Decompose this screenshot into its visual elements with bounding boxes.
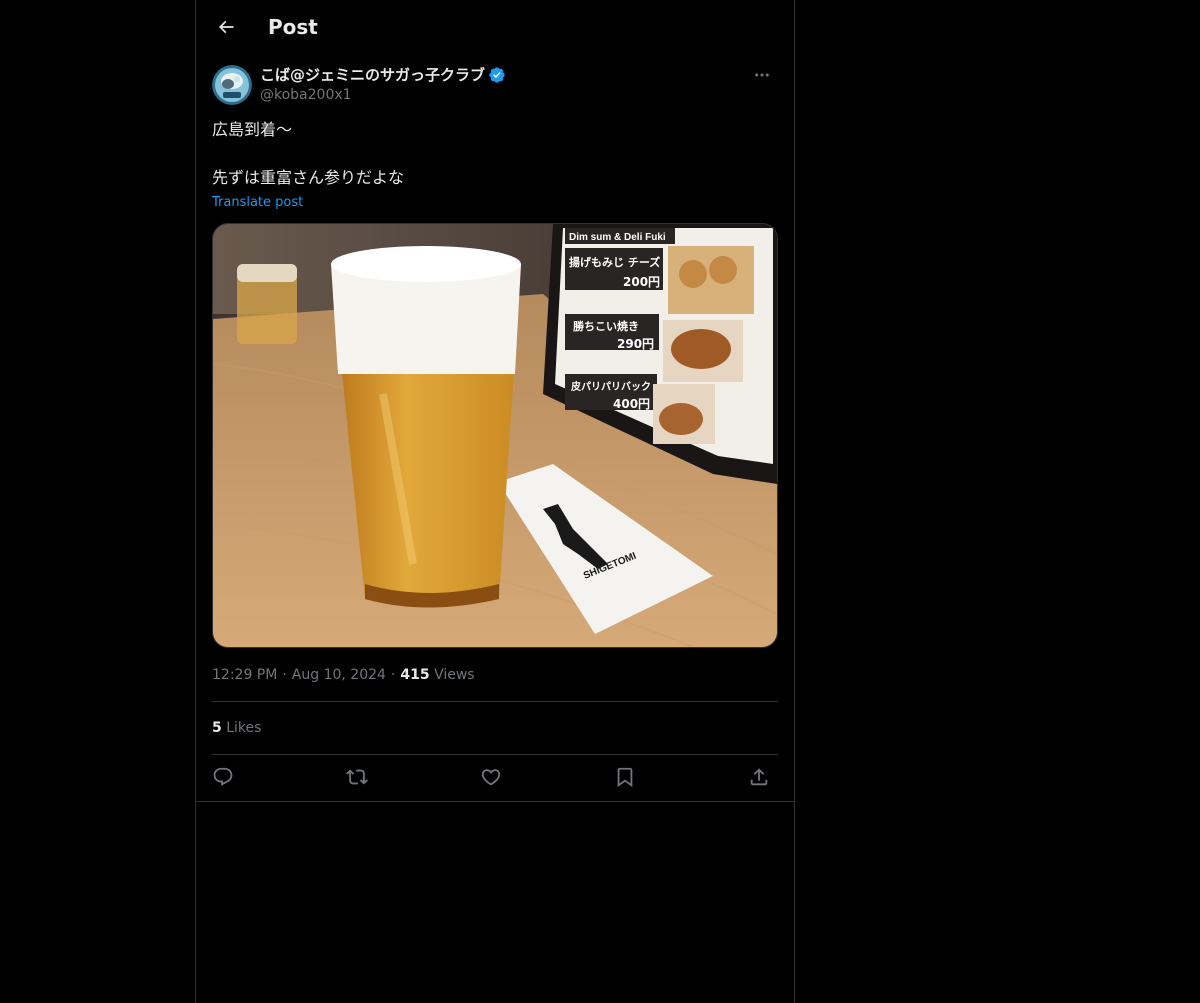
post-time[interactable]: 12:29 PM xyxy=(212,667,277,683)
menu-item-1-text: 揚げもみじ チーズ xyxy=(569,255,660,269)
heart-icon xyxy=(481,769,501,786)
likes-label: Likes xyxy=(226,720,262,736)
arrow-left-icon xyxy=(218,20,234,34)
verified-badge-icon[interactable] xyxy=(488,66,506,84)
meta-separator: · xyxy=(282,667,287,683)
back-button[interactable] xyxy=(208,9,244,45)
repost-icon xyxy=(346,769,368,785)
avatar[interactable] xyxy=(212,65,252,105)
views-count: 415 xyxy=(400,667,430,683)
repost-button[interactable] xyxy=(340,760,374,794)
like-button[interactable] xyxy=(474,760,508,794)
menu-item-2-text: 勝ちこい焼き xyxy=(573,319,639,333)
post-date[interactable]: Aug 10, 2024 xyxy=(292,667,386,683)
menu-item-3-text: 皮パリパリバック xyxy=(570,380,651,393)
post-media-photo[interactable]: Dim sum & Deli Fuki 揚げもみじ チーズ 200円 勝ちこい焼… xyxy=(212,223,778,648)
divider xyxy=(212,754,778,755)
reply-button[interactable] xyxy=(206,760,240,794)
page-title: Post xyxy=(268,15,318,39)
views-label: Views xyxy=(434,667,475,683)
header: Post xyxy=(196,0,794,54)
post-text: 広島到着〜 先ずは重富さん参りだよな xyxy=(212,118,778,190)
bookmark-button[interactable] xyxy=(608,760,642,794)
menu-item-1-price: 200円 xyxy=(623,275,660,289)
bookmark-icon xyxy=(617,767,633,788)
divider xyxy=(212,701,778,702)
handle[interactable]: @koba200x1 xyxy=(260,85,352,105)
menu-header-text: Dim sum & Deli Fuki xyxy=(569,232,666,243)
reply-icon xyxy=(213,767,233,786)
share-button[interactable] xyxy=(742,760,776,794)
action-bar xyxy=(212,760,778,796)
likes-row[interactable]: 5 Likes xyxy=(212,717,261,739)
menu-item-3-price: 400円 xyxy=(613,397,650,411)
post-text-line-1: 広島到着〜 xyxy=(212,120,293,139)
post-meta: 12:29 PM · Aug 10, 2024 · 415 Views xyxy=(212,664,475,686)
author-row: こば@ジェミニのサガっ子クラブ @koba200x1 xyxy=(212,64,778,108)
post-text-line-2: 先ずは重富さん参りだよな xyxy=(212,168,405,187)
likes-count: 5 xyxy=(212,720,222,736)
share-icon xyxy=(750,768,768,786)
post-detail-column: Post こば@ジェミニのサガっ子クラブ @koba200x1 広島到着〜 先ず… xyxy=(195,0,795,1003)
display-name[interactable]: こば@ジェミニのサガっ子クラブ xyxy=(260,65,485,85)
divider xyxy=(196,801,794,802)
display-name-wrap: こば@ジェミニのサガっ子クラブ xyxy=(260,65,506,85)
more-options-button[interactable] xyxy=(746,64,778,86)
translate-post-link[interactable]: Translate post xyxy=(212,193,303,213)
meta-separator: · xyxy=(390,667,396,683)
menu-item-2-price: 290円 xyxy=(617,337,654,351)
more-icon xyxy=(755,73,769,77)
